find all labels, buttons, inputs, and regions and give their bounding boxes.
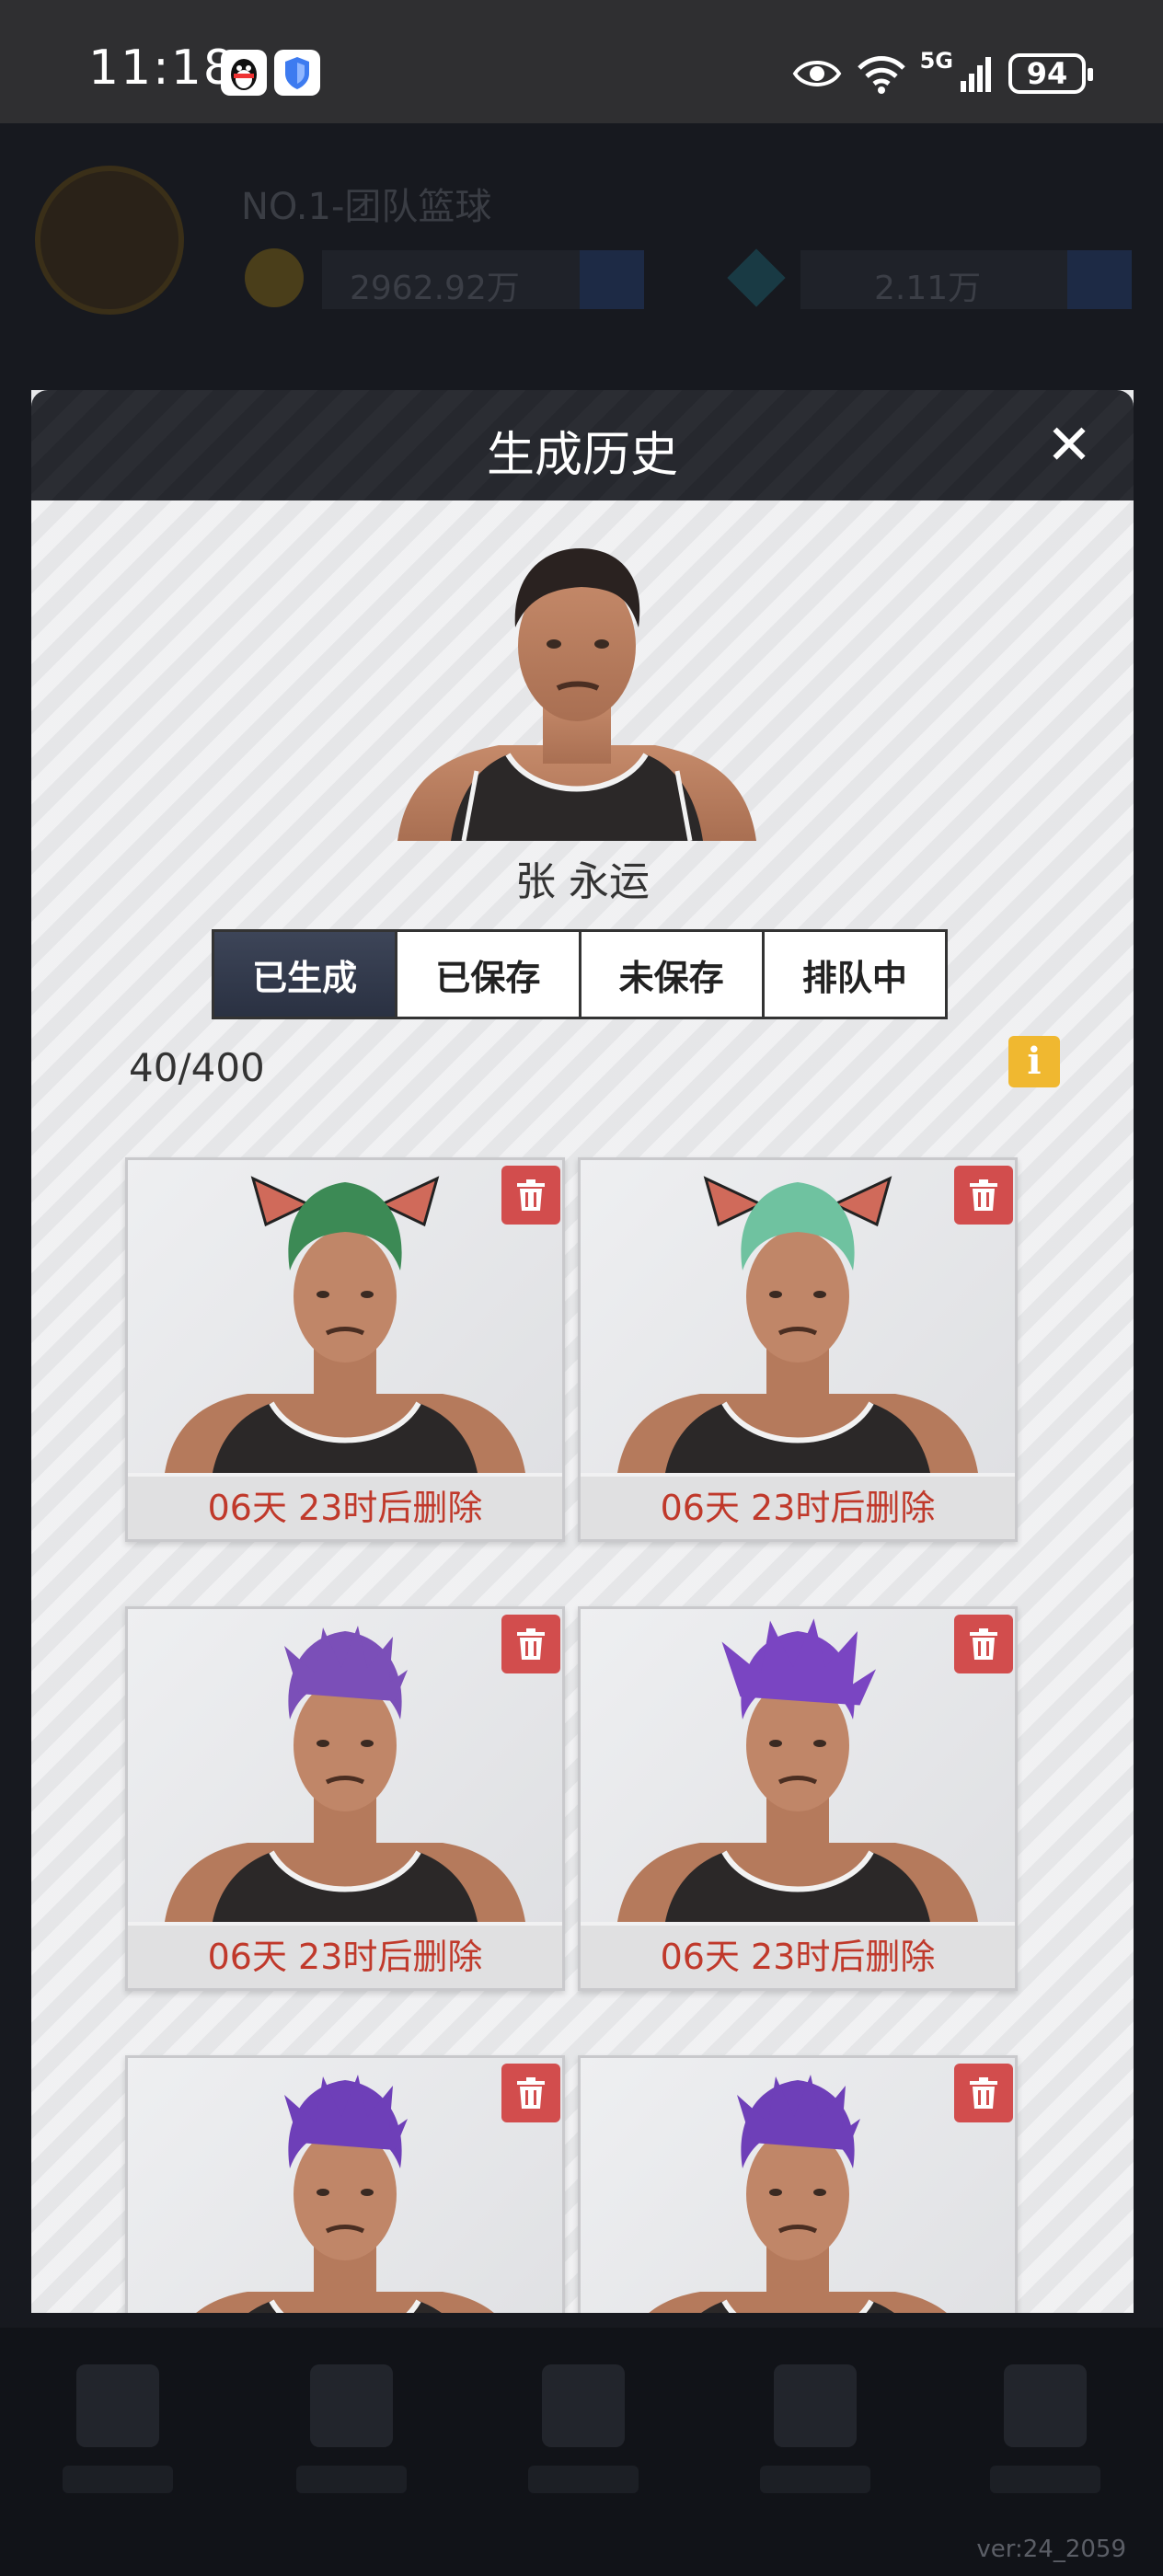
delete-button[interactable] xyxy=(954,1166,1013,1225)
trash-icon xyxy=(517,2077,545,2109)
generation-count: 40/400 xyxy=(129,1045,265,1090)
bottom-tab-3 xyxy=(528,2364,639,2521)
expiry-caption: 06天 23时后删除 xyxy=(581,1477,1015,1539)
generation-history-modal: 生成历史 ✕ 张 永运 已生成 已保存 未保存 排队中 40/400 i 06天… xyxy=(31,390,1134,2313)
avatar-image xyxy=(128,1160,562,1473)
bottom-tab-1 xyxy=(63,2364,173,2521)
add-gems-button xyxy=(1067,250,1132,309)
delete-button[interactable] xyxy=(501,1166,560,1225)
status-bar: 11:18 5G 94 xyxy=(0,0,1163,123)
player-name: 张 永运 xyxy=(515,858,650,905)
signal-icon xyxy=(961,57,991,92)
avatar-card-4[interactable]: 06天 23时后删除 xyxy=(578,1606,1018,1991)
avatar-image xyxy=(128,1609,562,1922)
status-icons: 5G 94 xyxy=(791,48,1093,99)
avatar-card-3[interactable]: 06天 23时后删除 xyxy=(125,1606,565,1991)
player-portrait xyxy=(397,548,756,841)
trash-icon xyxy=(517,1628,545,1660)
close-button[interactable]: ✕ xyxy=(1042,418,1097,473)
delete-button[interactable] xyxy=(954,2064,1013,2122)
status-time: 11:18 xyxy=(88,40,236,96)
tab-unsaved[interactable]: 未保存 xyxy=(582,932,765,1017)
wifi-icon xyxy=(857,56,905,94)
team-emblem xyxy=(35,166,184,315)
avatar-card-6[interactable]: 06天 23时后删除 xyxy=(578,2055,1018,2313)
network-type-label: 5G xyxy=(919,48,953,74)
coin-icon xyxy=(245,248,304,307)
expiry-caption: 06天 23时后删除 xyxy=(581,1926,1015,1988)
avatar-image xyxy=(581,1609,1015,1922)
security-shield-icon xyxy=(274,50,320,96)
version-label: ver:24_2059 xyxy=(976,2536,1126,2563)
delete-button[interactable] xyxy=(501,1615,560,1673)
avatar-card-5[interactable]: 06天 23时后删除 xyxy=(125,2055,565,2313)
qq-app-icon xyxy=(221,50,267,96)
battery-indicator: 94 xyxy=(1008,53,1093,94)
info-button[interactable]: i xyxy=(1008,1036,1060,1087)
modal-header: 生成历史 ✕ xyxy=(31,390,1134,500)
trash-icon xyxy=(970,1628,997,1660)
avatar-image xyxy=(128,2058,562,2313)
add-coins-button xyxy=(580,250,644,309)
trash-icon xyxy=(970,1179,997,1211)
history-tabs: 已生成 已保存 未保存 排队中 xyxy=(212,929,948,1019)
bottom-tab-2 xyxy=(296,2364,407,2521)
expiry-caption: 06天 23时后删除 xyxy=(128,1477,562,1539)
avatar-image xyxy=(581,1160,1015,1473)
bottom-tab-5 xyxy=(990,2364,1100,2521)
modal-body: 张 永运 已生成 已保存 未保存 排队中 40/400 i 06天 23时后删除… xyxy=(31,500,1134,2313)
tab-saved[interactable]: 已保存 xyxy=(397,932,582,1017)
delete-button[interactable] xyxy=(954,1615,1013,1673)
avatar-card-2[interactable]: 06天 23时后删除 xyxy=(578,1157,1018,1542)
eye-icon xyxy=(792,61,841,86)
trash-icon xyxy=(970,2077,997,2109)
bottom-tab-4 xyxy=(760,2364,870,2521)
team-name: NO.1-团队篮球 xyxy=(241,186,492,228)
avatar-card-1[interactable]: 06天 23时后删除 xyxy=(125,1157,565,1542)
tab-generated[interactable]: 已生成 xyxy=(214,932,398,1017)
battery-level: 94 xyxy=(1026,56,1068,91)
expiry-caption: 06天 23时后删除 xyxy=(128,1926,562,1988)
avatar-image xyxy=(581,2058,1015,2313)
delete-button[interactable] xyxy=(501,2064,560,2122)
tab-queued[interactable]: 排队中 xyxy=(765,932,945,1017)
trash-icon xyxy=(517,1179,545,1211)
modal-title: 生成历史 xyxy=(486,428,678,483)
